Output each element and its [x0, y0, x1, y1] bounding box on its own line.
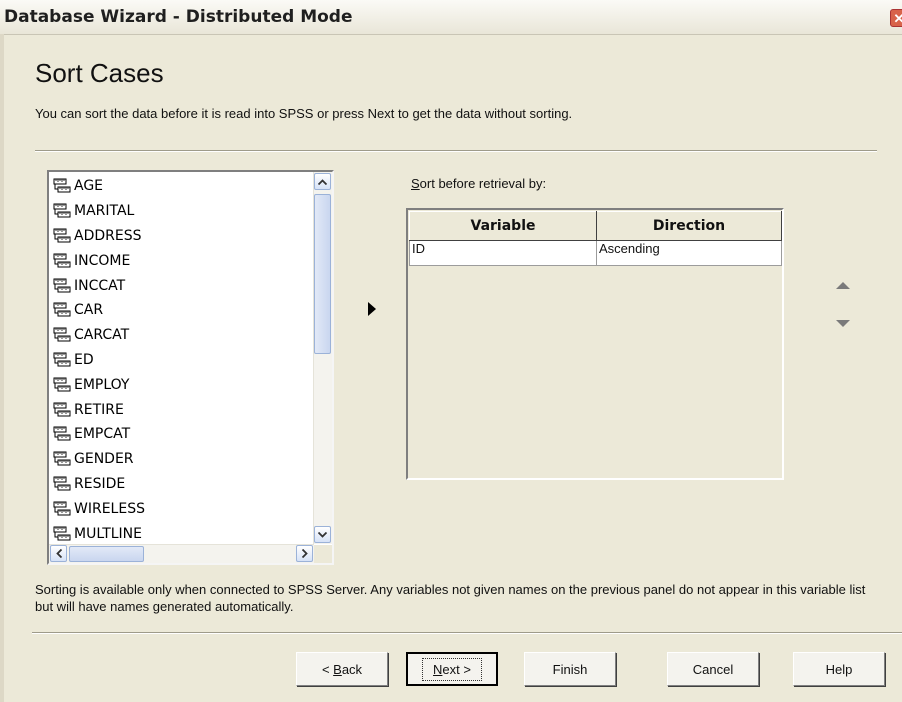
variable-name: RESIDE — [74, 475, 126, 492]
move-up-arrow-icon[interactable] — [836, 282, 850, 289]
column-header-variable[interactable]: Variable — [409, 211, 597, 241]
cancel-button[interactable]: Cancel — [667, 652, 759, 686]
next-focus-ring: Next > — [422, 657, 482, 681]
info-note: Sorting is available only when connected… — [35, 582, 866, 614]
list-item[interactable]: INCOME — [53, 248, 313, 273]
list-item[interactable]: RETIRE — [53, 397, 313, 422]
table-row[interactable]: ID Ascending — [409, 240, 782, 266]
sort-label-mnemonic: S — [411, 176, 420, 191]
list-item[interactable]: MARITAL — [53, 199, 313, 224]
variable-name: MULTLINE — [74, 525, 142, 542]
back-mnemonic: B — [333, 661, 342, 677]
scroll-thumb[interactable] — [314, 194, 331, 354]
scroll-corner — [314, 545, 332, 563]
variable-ruler-icon — [53, 178, 71, 193]
list-item[interactable]: INCCAT — [53, 273, 313, 298]
move-down-arrow-icon[interactable] — [836, 320, 850, 327]
scroll-right-button[interactable] — [296, 545, 313, 562]
vertical-scrollbar[interactable] — [313, 172, 332, 544]
next-rest: ext > — [442, 661, 471, 677]
list-item[interactable]: MULTLINE — [53, 521, 313, 546]
variable-name: CAR — [74, 302, 104, 319]
variable-name: MARITAL — [74, 203, 135, 220]
variable-name: GENDER — [74, 451, 134, 468]
list-item[interactable]: EMPCAT — [53, 422, 313, 447]
variable-name: ED — [74, 351, 94, 368]
variable-ruler-icon — [53, 426, 71, 441]
variable-name: INCCAT — [74, 277, 126, 294]
chevron-up-icon — [318, 178, 327, 185]
variable-ruler-icon — [53, 203, 71, 218]
finish-button[interactable]: Finish — [524, 652, 616, 686]
chevron-right-icon — [301, 549, 308, 558]
variable-ruler-icon — [53, 476, 71, 491]
back-prefix: < — [321, 661, 334, 677]
variable-ruler-icon — [53, 302, 71, 317]
sort-table: Variable Direction ID Ascending — [409, 211, 782, 266]
variable-name: CARCAT — [74, 327, 130, 344]
variable-name: EMPLOY — [74, 376, 130, 393]
list-item[interactable]: AGE — [53, 174, 313, 199]
variable-ruler-icon — [53, 228, 71, 243]
variable-name: EMPCAT — [74, 426, 131, 443]
close-icon[interactable]: ✕ — [890, 9, 902, 27]
top-divider — [35, 150, 877, 152]
sort-grid[interactable]: Variable Direction ID Ascending — [406, 208, 784, 480]
page-title: Sort Cases — [35, 58, 164, 88]
variable-ruler-icon — [53, 451, 71, 466]
bottom-divider — [32, 632, 902, 634]
list-item[interactable]: GENDER — [53, 447, 313, 472]
variable-name: AGE — [74, 178, 104, 195]
horizontal-scrollbar[interactable] — [49, 544, 314, 563]
back-rest: ack — [341, 661, 363, 677]
chevron-left-icon — [55, 549, 62, 558]
list-item[interactable]: RESIDE — [53, 472, 313, 497]
list-item[interactable]: ADDRESS — [53, 224, 313, 249]
variable-ruler-icon — [53, 278, 71, 293]
variable-ruler-icon — [53, 402, 71, 417]
variable-ruler-icon — [53, 352, 71, 367]
cell-variable[interactable]: ID — [409, 240, 597, 266]
chevron-down-icon — [318, 531, 327, 538]
variable-name: ADDRESS — [74, 227, 142, 244]
list-item[interactable]: CAR — [53, 298, 313, 323]
variable-ruler-icon — [53, 501, 71, 516]
list-item[interactable]: CARCAT — [53, 323, 313, 348]
title-bar: Database Wizard - Distributed Mode ✕ — [0, 0, 902, 35]
window-title: Database Wizard - Distributed Mode — [4, 7, 353, 27]
sort-label-text: ort before retrieval by: — [419, 176, 547, 191]
help-button[interactable]: Help — [793, 652, 885, 686]
move-right-arrow-icon[interactable] — [368, 302, 376, 316]
variable-list[interactable]: AGE MARITAL ADDRESS INCOME INCCAT CAR CARCAT ED… — [47, 170, 334, 565]
variable-ruler-icon — [53, 377, 71, 392]
list-item[interactable]: WIRELESS — [53, 496, 313, 521]
back-button[interactable]: < Back — [296, 652, 388, 686]
scroll-down-button[interactable] — [314, 526, 331, 543]
list-item[interactable]: EMPLOY — [53, 372, 313, 397]
variable-name: INCOME — [74, 252, 131, 269]
cell-direction[interactable]: Ascending — [596, 240, 782, 266]
hscroll-thumb[interactable] — [69, 546, 144, 562]
variable-ruler-icon — [53, 526, 71, 541]
variable-items: AGE MARITAL ADDRESS INCOME INCCAT CAR CARCAT ED… — [53, 174, 313, 546]
variable-name: WIRELESS — [74, 500, 145, 517]
window-border — [0, 34, 4, 702]
next-mnemonic: N — [433, 661, 443, 677]
variable-name: RETIRE — [74, 401, 124, 418]
sort-label: Sort before retrieval by: — [411, 176, 546, 191]
variable-ruler-icon — [53, 327, 71, 342]
scroll-left-button[interactable] — [50, 545, 67, 562]
next-button[interactable]: Next > — [406, 652, 498, 686]
page-subtitle: You can sort the data before it is read … — [35, 106, 573, 121]
scroll-up-button[interactable] — [314, 173, 331, 190]
variable-ruler-icon — [53, 253, 71, 268]
list-item[interactable]: ED — [53, 348, 313, 373]
column-header-direction[interactable]: Direction — [596, 211, 782, 241]
